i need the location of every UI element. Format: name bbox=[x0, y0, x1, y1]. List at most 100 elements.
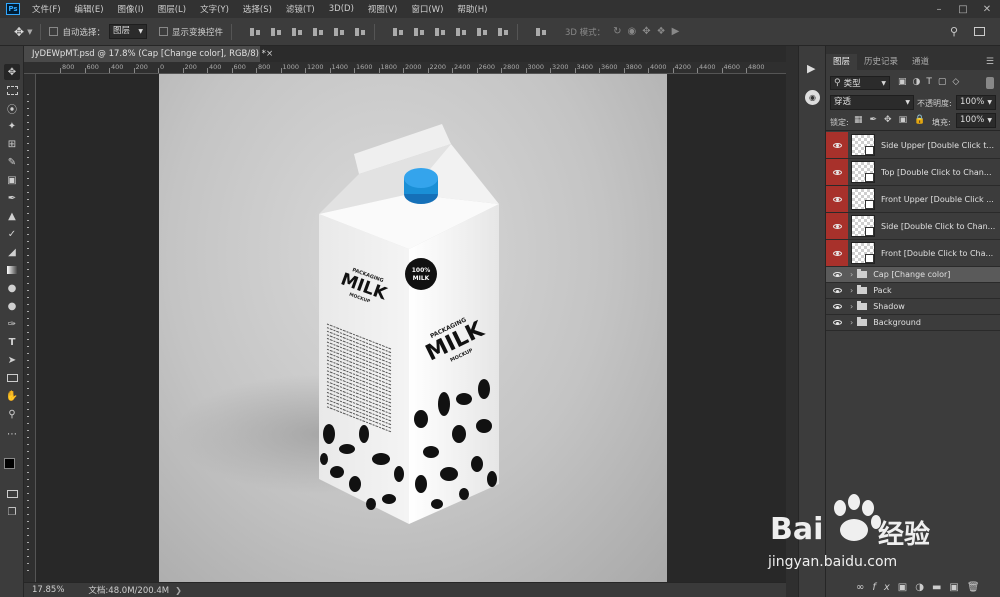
expand-caret-icon[interactable]: › bbox=[850, 302, 853, 311]
visibility-eye-icon[interactable] bbox=[826, 267, 848, 282]
zoom-tool-icon[interactable]: ⚲ bbox=[4, 406, 20, 422]
align-hcenter-icon[interactable] bbox=[333, 27, 345, 37]
move-tool-icon[interactable]: ✥ bbox=[14, 25, 24, 39]
visibility-eye-icon[interactable] bbox=[826, 315, 848, 330]
blur-tool-icon[interactable]: ● bbox=[4, 280, 20, 296]
menu-3d[interactable]: 3D(D) bbox=[329, 4, 354, 14]
photoshop-logo[interactable]: Ps bbox=[6, 3, 20, 15]
visibility-eye-icon[interactable] bbox=[826, 283, 848, 298]
menu-help[interactable]: 帮助(H) bbox=[457, 3, 487, 15]
layer-row[interactable]: › Pack bbox=[826, 283, 1000, 299]
magic-wand-icon[interactable]: ✦ bbox=[4, 118, 20, 134]
quick-mask-icon[interactable] bbox=[4, 486, 20, 502]
maximize-icon[interactable]: □ bbox=[952, 0, 974, 18]
hand-tool-icon[interactable]: ✋ bbox=[4, 388, 20, 404]
layer-filter-dropdown[interactable]: ⚲ 类型 ▼ bbox=[830, 76, 890, 90]
menu-window[interactable]: 窗口(W) bbox=[411, 3, 443, 15]
minimize-icon[interactable]: – bbox=[928, 0, 950, 18]
menu-file[interactable]: 文件(F) bbox=[32, 3, 61, 15]
distribute-vcenter-icon[interactable] bbox=[413, 27, 425, 37]
auto-select-checkbox[interactable] bbox=[49, 27, 59, 36]
visibility-eye-icon[interactable] bbox=[826, 299, 848, 314]
menu-edit[interactable]: 编辑(E) bbox=[75, 3, 104, 15]
filter-kind-icons[interactable]: ▣◑T▢◇ bbox=[898, 77, 965, 87]
layer-row[interactable]: Front Upper [Double Click ... bbox=[826, 186, 1000, 213]
menu-image[interactable]: 图像(I) bbox=[118, 3, 144, 15]
tab-layers[interactable]: 图层 bbox=[826, 54, 858, 70]
menu-view[interactable]: 视图(V) bbox=[368, 3, 397, 15]
rectangle-tool-icon[interactable] bbox=[4, 370, 20, 386]
zoom-level[interactable]: 17.85% bbox=[32, 585, 64, 595]
visibility-eye-icon[interactable] bbox=[826, 186, 848, 212]
align-right-icon[interactable] bbox=[354, 27, 366, 37]
align-left-icon[interactable] bbox=[312, 27, 324, 37]
expand-caret-icon[interactable]: › bbox=[850, 286, 853, 295]
search-icon[interactable]: ⚲ bbox=[950, 25, 958, 38]
gradient-tool-icon[interactable] bbox=[4, 262, 20, 278]
blend-mode-dropdown[interactable]: 穿透 ▼ bbox=[830, 95, 914, 110]
move-tool-icon[interactable]: ✥ bbox=[4, 64, 20, 80]
stamp-tool-icon[interactable]: ▲ bbox=[4, 208, 20, 224]
brush-tool-icon[interactable]: ✒ bbox=[4, 190, 20, 206]
status-menu-icon[interactable]: ❯ bbox=[175, 586, 182, 595]
layer-row[interactable]: › Shadow bbox=[826, 299, 1000, 315]
lock-icons[interactable]: ▦✒✥▣🔒 bbox=[854, 115, 932, 125]
menu-type[interactable]: 文字(Y) bbox=[200, 3, 229, 15]
layer-row[interactable]: Side Upper [Double Click t... bbox=[826, 132, 1000, 159]
filter-toggle[interactable] bbox=[986, 77, 994, 89]
more-tools-icon[interactable]: ⋯ bbox=[4, 426, 20, 442]
layer-row[interactable]: Side [Double Click to Chan... bbox=[826, 213, 1000, 240]
menu-filter[interactable]: 滤镜(T) bbox=[286, 3, 315, 15]
history-brush-icon[interactable]: ✓ bbox=[4, 226, 20, 242]
crop-tool-icon[interactable]: ⊞ bbox=[4, 136, 20, 152]
align-top-icon[interactable] bbox=[249, 27, 261, 37]
document-tab[interactable]: JyDEWpMT.psd @ 17.8% (Cap [Change color]… bbox=[24, 46, 273, 62]
close-tab-icon[interactable]: × bbox=[266, 49, 273, 59]
workspace-icon[interactable] bbox=[974, 27, 985, 36]
layer-row[interactable]: › Cap [Change color] bbox=[826, 267, 1000, 283]
layer-row[interactable]: Front [Double Click to Cha... bbox=[826, 240, 1000, 267]
screen-mode-icon[interactable]: ❐ bbox=[4, 504, 20, 520]
visibility-eye-icon[interactable] bbox=[826, 132, 848, 158]
foreground-color-swatch[interactable] bbox=[4, 458, 15, 469]
close-icon[interactable]: ✕ bbox=[976, 0, 998, 18]
document-canvas[interactable]: 100% MILK PACKAGING MILK MOCKUP PACKAGIN… bbox=[159, 74, 667, 582]
expand-caret-icon[interactable]: › bbox=[850, 270, 853, 279]
tab-channels[interactable]: 通道 bbox=[905, 54, 936, 70]
show-transform-checkbox[interactable] bbox=[158, 27, 168, 36]
distribute-bottom-icon[interactable] bbox=[434, 27, 446, 37]
tab-history[interactable]: 历史记录 bbox=[857, 54, 905, 70]
marquee-tool-icon[interactable] bbox=[4, 82, 20, 98]
opacity-field[interactable]: 100% ▼ bbox=[956, 95, 996, 110]
dodge-tool-icon[interactable]: ● bbox=[4, 298, 20, 314]
auto-align-icon[interactable] bbox=[535, 27, 547, 37]
lasso-tool-icon[interactable]: ⦿ bbox=[4, 100, 20, 116]
expand-caret-icon[interactable]: › bbox=[850, 318, 853, 327]
type-tool-icon[interactable]: T bbox=[4, 334, 20, 350]
chevron-down-icon[interactable]: ▼ bbox=[27, 28, 32, 36]
eraser-tool-icon[interactable]: ◢ bbox=[4, 244, 20, 260]
distribute-right-icon[interactable] bbox=[497, 27, 509, 37]
panel-menu-icon[interactable]: ☰ bbox=[986, 57, 994, 67]
distribute-left-icon[interactable] bbox=[455, 27, 467, 37]
path-select-icon[interactable]: ➤ bbox=[4, 352, 20, 368]
menu-layer[interactable]: 图层(L) bbox=[158, 3, 186, 15]
properties-icon[interactable]: ◉ bbox=[805, 90, 820, 105]
visibility-eye-icon[interactable] bbox=[826, 213, 848, 239]
layer-row[interactable]: Top [Double Click to Chan... bbox=[826, 159, 1000, 186]
align-bottom-icon[interactable] bbox=[291, 27, 303, 37]
healing-brush-icon[interactable]: ▣ bbox=[4, 172, 20, 188]
3d-tools-icon[interactable]: ↻◉✥❖▶ bbox=[613, 26, 685, 37]
distribute-top-icon[interactable] bbox=[392, 27, 404, 37]
fill-field[interactable]: 100% ▼ bbox=[956, 113, 996, 128]
visibility-eye-icon[interactable] bbox=[826, 240, 848, 266]
menu-select[interactable]: 选择(S) bbox=[243, 3, 272, 15]
pen-tool-icon[interactable]: ✑ bbox=[4, 316, 20, 332]
distribute-hcenter-icon[interactable] bbox=[476, 27, 488, 37]
auto-select-dropdown[interactable]: 图层 ▼ bbox=[108, 24, 147, 39]
layer-row[interactable]: › Background bbox=[826, 315, 1000, 331]
visibility-eye-icon[interactable] bbox=[826, 159, 848, 185]
align-vcenter-icon[interactable] bbox=[270, 27, 282, 37]
play-icon[interactable]: ▶ bbox=[807, 62, 815, 75]
eyedropper-icon[interactable]: ✎ bbox=[4, 154, 20, 170]
